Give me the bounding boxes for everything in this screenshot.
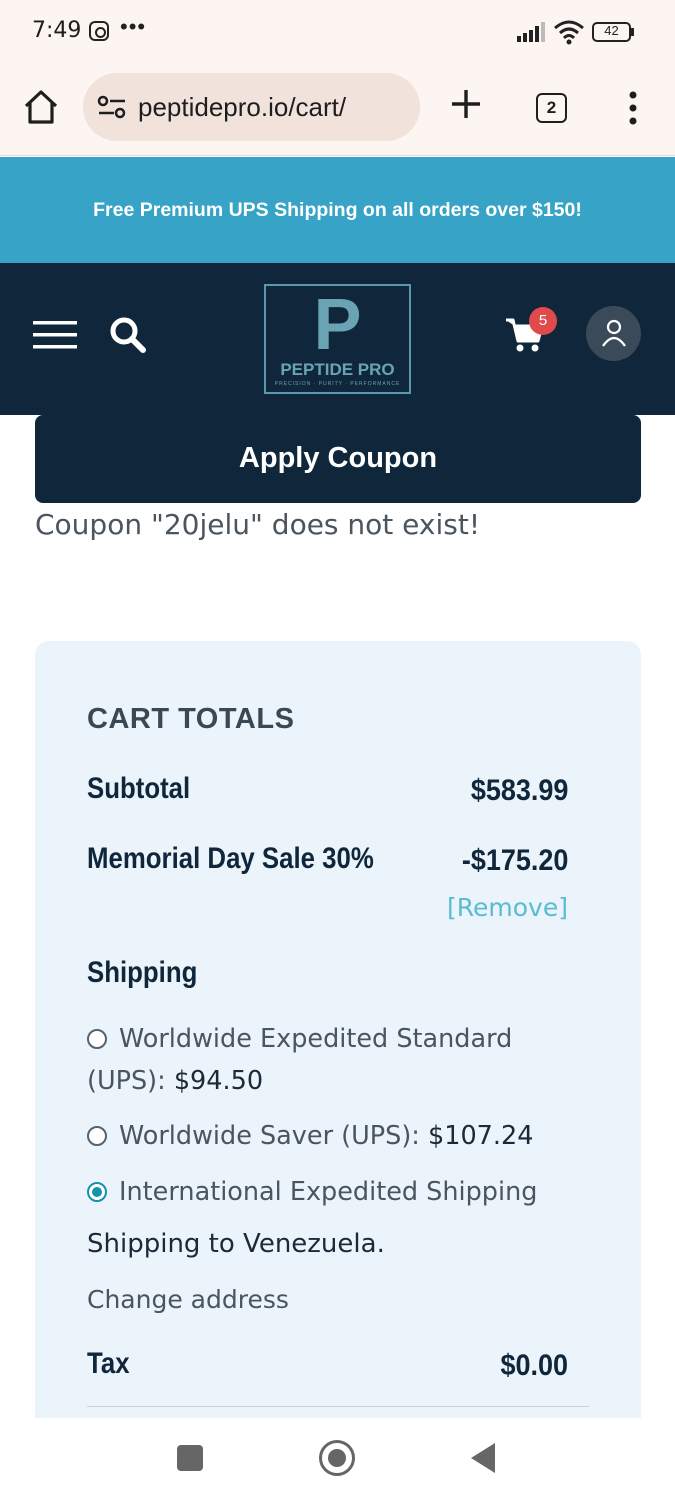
shipping-label: Shipping (87, 956, 198, 989)
tabs-icon[interactable]: 2 (536, 93, 567, 123)
battery-icon: 42 (592, 22, 636, 42)
promo-text: Free Premium UPS Shipping on all orders … (93, 199, 582, 221)
logo-letter: P (313, 285, 362, 365)
home-icon[interactable] (22, 88, 60, 126)
tax-label: Tax (87, 1347, 130, 1380)
cart-totals-title: CART TOTALS (87, 703, 295, 735)
site-settings-icon[interactable] (97, 95, 127, 119)
hamburger-icon[interactable] (33, 319, 77, 351)
shipping-destination: Shipping to Venezuela. (87, 1229, 385, 1259)
shipping-option-international[interactable]: International Expedited Shipping (87, 1171, 537, 1213)
home-nav-icon[interactable] (319, 1440, 355, 1476)
divider (87, 1406, 589, 1407)
battery-level: 42 (604, 23, 619, 38)
radio-standard[interactable] (87, 1029, 107, 1049)
discount-label: Memorial Day Sale 30% (87, 842, 374, 875)
tax-value: $0.00 (500, 1349, 568, 1382)
site-logo[interactable]: P PEPTIDE PRO PRECISION · PURITY · PERFO… (264, 284, 411, 394)
back-icon[interactable] (471, 1443, 495, 1473)
recent-apps-icon[interactable] (177, 1445, 203, 1471)
subtotal-label: Subtotal (87, 772, 191, 805)
url-text: peptidepro.io/cart/ (138, 92, 347, 122)
apply-coupon-button[interactable]: Apply Coupon (35, 415, 641, 503)
system-nav-bar (0, 1418, 675, 1500)
shipping-option-price: $94.50 (173, 1066, 264, 1096)
shipping-option-name: Worldwide Expedited Standard (UPS): (87, 1024, 513, 1096)
status-time: 7:49 (32, 18, 82, 43)
wifi-icon (554, 20, 584, 45)
address-bar[interactable]: peptidepro.io/cart/ (83, 73, 420, 141)
subtotal-value: $583.99 (470, 774, 568, 807)
overflow-menu-icon[interactable] (621, 90, 645, 126)
radio-international[interactable] (87, 1182, 107, 1202)
logo-name: PEPTIDE PRO (280, 360, 395, 379)
shipping-option-price: $107.24 (428, 1121, 534, 1151)
more-icon: ••• (120, 14, 147, 39)
account-icon (602, 319, 626, 347)
shipping-option-name: Worldwide Saver (UPS): (119, 1121, 420, 1151)
signal-icon (517, 22, 545, 42)
browser-toolbar: peptidepro.io/cart/ 2 (0, 64, 675, 156)
instagram-icon (89, 21, 109, 41)
discount-value: -$175.20 (461, 844, 568, 877)
shipping-option-name: International Expedited Shipping (119, 1177, 538, 1207)
change-address-link[interactable]: Change address (87, 1285, 289, 1314)
cart-count-badge: 5 (529, 307, 557, 335)
coupon-error-message: Coupon "20jelu" does not exist! (35, 508, 481, 541)
status-bar: 7:49 ••• 42 (0, 0, 675, 64)
radio-saver[interactable] (87, 1126, 107, 1146)
shipping-option-saver[interactable]: Worldwide Saver (UPS): $107.24 (87, 1115, 533, 1157)
account-button[interactable] (586, 306, 641, 361)
logo-tagline: PRECISION · PURITY · PERFORMANCE (274, 381, 401, 387)
cart-totals-card: CART TOTALS Subtotal $583.99 Memorial Da… (35, 641, 641, 1441)
promo-banner: Free Premium UPS Shipping on all orders … (0, 157, 675, 263)
search-icon[interactable] (108, 315, 148, 355)
plus-icon[interactable] (450, 88, 482, 120)
site-header: P PEPTIDE PRO PRECISION · PURITY · PERFO… (0, 263, 675, 415)
remove-discount-link[interactable]: [Remove] (447, 893, 568, 922)
shipping-option-standard[interactable]: Worldwide Expedited Standard (UPS): $94.… (87, 1018, 567, 1102)
